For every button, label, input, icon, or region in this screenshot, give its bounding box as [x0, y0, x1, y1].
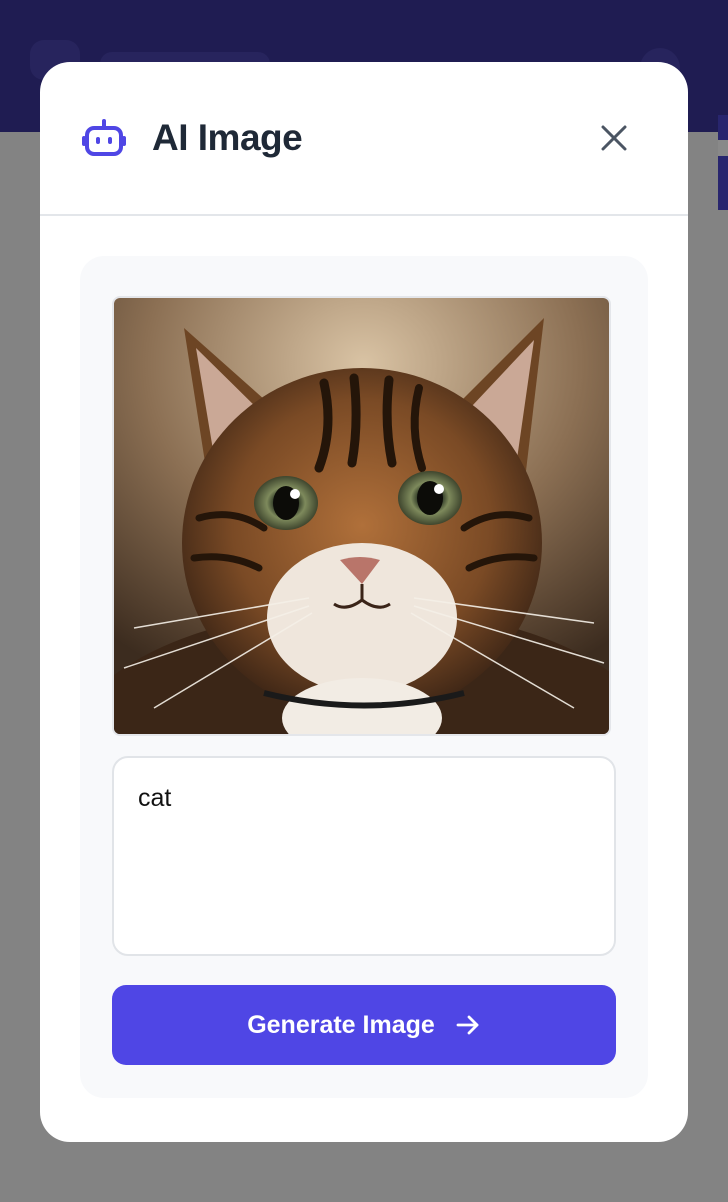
generated-image — [112, 296, 611, 736]
arrow-right-icon — [455, 1012, 481, 1038]
robot-icon — [82, 118, 126, 158]
close-icon — [599, 123, 629, 153]
modal-body: cat Generate Image — [40, 216, 688, 1098]
cat-illustration — [114, 298, 609, 734]
ai-image-modal: AI Image cat Generate Image — [40, 62, 688, 1142]
modal-title: AI Image — [152, 117, 303, 158]
generate-image-label: Generate Image — [247, 1010, 435, 1039]
prompt-input[interactable]: cat — [112, 756, 616, 956]
modal-header: AI Image — [40, 62, 688, 216]
generator-card: cat Generate Image — [80, 256, 648, 1098]
generate-image-button[interactable]: Generate Image — [112, 985, 616, 1065]
close-button[interactable] — [596, 120, 632, 156]
